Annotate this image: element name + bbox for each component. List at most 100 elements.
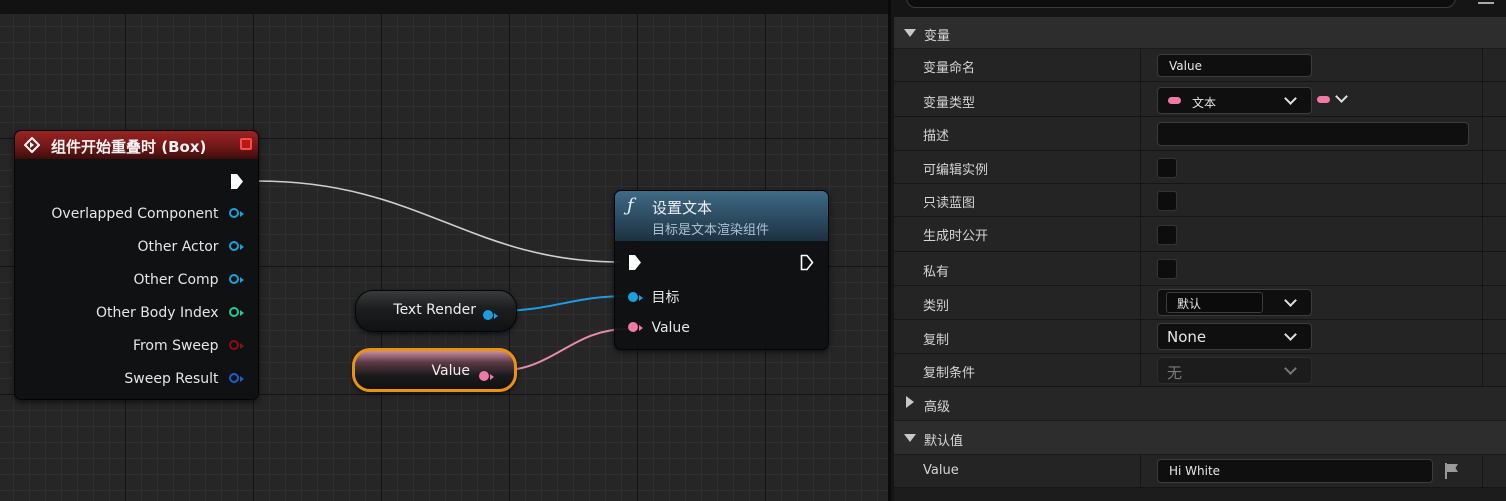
- chevron-down-icon: [1284, 362, 1297, 375]
- event-diamond-icon: [24, 137, 40, 153]
- pin-target[interactable]: 目标: [628, 287, 679, 307]
- section-label: 默认值: [924, 434, 964, 449]
- column-divider: [1140, 252, 1141, 285]
- chevron-down-icon: [1284, 328, 1297, 341]
- row-label: 复制: [923, 333, 950, 348]
- pin-label: Other Comp: [133, 272, 219, 288]
- section-default-value-header[interactable]: 默认值: [894, 421, 1506, 455]
- variable-type-dropdown[interactable]: 文本: [1157, 87, 1312, 114]
- pin-other-body-index[interactable]: Other Body Index: [96, 305, 244, 321]
- integer-pin-icon[interactable]: [229, 305, 244, 321]
- row-label: 类别: [923, 299, 950, 314]
- chevron-down-icon[interactable]: [1284, 294, 1297, 307]
- private-checkbox[interactable]: [1157, 259, 1177, 279]
- object-pin-icon[interactable]: [229, 206, 244, 222]
- column-divider: [1482, 82, 1483, 116]
- pin-other-actor[interactable]: Other Actor: [138, 239, 244, 255]
- details-search-input[interactable]: [906, 0, 1456, 8]
- function-icon: ƒ: [627, 195, 634, 216]
- exec-in-pin-icon[interactable]: [628, 254, 642, 271]
- expose-on-spawn-checkbox[interactable]: [1157, 225, 1177, 245]
- default-value-input[interactable]: Hi White: [1157, 459, 1433, 483]
- variable-node-value[interactable]: Value: [352, 348, 517, 392]
- row-label: Value: [923, 463, 959, 478]
- column-divider: [1140, 117, 1141, 150]
- container-type-dropdown[interactable]: [1317, 90, 1353, 108]
- field-value: 文本: [1192, 96, 1217, 110]
- column-divider: [1482, 49, 1483, 81]
- text-pin-icon[interactable]: [479, 366, 494, 385]
- exec-out-pin-icon[interactable]: [800, 254, 814, 271]
- row-label: 生成时公开: [923, 229, 989, 244]
- text-pin-icon[interactable]: [628, 320, 643, 336]
- exec-out-pin-icon[interactable]: [230, 173, 244, 190]
- section-label: 变量: [924, 29, 951, 44]
- variable-name-input[interactable]: Value: [1157, 54, 1312, 77]
- column-divider: [1140, 320, 1141, 353]
- event-node-header[interactable]: 组件开始重叠时 (Box): [15, 131, 258, 159]
- category-input[interactable]: 默认: [1166, 292, 1263, 313]
- pin-sweep-result[interactable]: Sweep Result: [124, 371, 244, 387]
- row-instance-editable: 可编辑实例: [894, 151, 1506, 184]
- column-divider: [1482, 320, 1483, 353]
- event-output-delegate-icon[interactable]: [240, 138, 252, 150]
- expanded-arrow-icon: [904, 434, 916, 442]
- function-node-set-text[interactable]: ƒ 设置文本 目标是文本渲染组件 目标 Value: [614, 190, 829, 350]
- event-node-title: 组件开始重叠时 (Box): [51, 138, 207, 156]
- instance-editable-checkbox[interactable]: [1157, 158, 1177, 178]
- pin-from-sweep[interactable]: From Sweep: [133, 338, 244, 354]
- row-description: 描述: [894, 117, 1506, 151]
- object-pin-icon[interactable]: [483, 305, 498, 324]
- struct-pin-icon[interactable]: [229, 371, 244, 387]
- event-node-begin-overlap[interactable]: 组件开始重叠时 (Box) Overlapped Component Other…: [14, 130, 259, 400]
- localization-flag-icon[interactable]: [1443, 462, 1461, 480]
- function-node-title: 设置文本: [652, 199, 713, 217]
- details-panel: 变量 变量命名 Value 变量类型 文本 描述 可编辑实例 只读蓝图 生成时公…: [888, 0, 1506, 501]
- section-advanced-header[interactable]: 高级: [894, 387, 1506, 421]
- replication-condition-dropdown[interactable]: 无: [1157, 357, 1312, 384]
- field-value: 默认: [1177, 297, 1202, 311]
- pin-value[interactable]: Value: [628, 320, 690, 336]
- row-label: 私有: [923, 265, 950, 280]
- row-variable-name: 变量命名 Value: [894, 49, 1506, 82]
- section-variables-header[interactable]: 变量: [894, 17, 1506, 49]
- row-private: 私有: [894, 252, 1506, 286]
- object-pin-icon[interactable]: [229, 272, 244, 288]
- exec-wire[interactable]: [257, 180, 621, 263]
- blueprint-readonly-checkbox[interactable]: [1157, 191, 1177, 211]
- variable-node-text-render[interactable]: Text Render: [355, 290, 517, 332]
- section-label: 高级: [924, 400, 951, 415]
- variable-node-label: Value: [431, 363, 470, 379]
- blueprint-graph[interactable]: 组件开始重叠时 (Box) Overlapped Component Other…: [0, 0, 888, 501]
- row-label: 只读蓝图: [923, 196, 976, 211]
- pin-other-comp[interactable]: Other Comp: [133, 272, 244, 288]
- object-pin-icon[interactable]: [229, 239, 244, 255]
- text-type-icon: [1168, 97, 1181, 104]
- column-divider: [1482, 151, 1483, 183]
- column-divider[interactable]: [1140, 49, 1141, 81]
- function-node-header[interactable]: ƒ 设置文本 目标是文本渲染组件: [615, 191, 828, 241]
- row-replication: 复制 None: [894, 320, 1506, 354]
- column-divider: [1482, 286, 1483, 319]
- row-variable-type: 变量类型 文本: [894, 82, 1506, 117]
- row-label: 变量命名: [923, 61, 976, 76]
- row-label: 描述: [923, 129, 950, 144]
- boolean-pin-icon[interactable]: [229, 338, 244, 354]
- row-expose-on-spawn: 生成时公开: [894, 217, 1506, 252]
- column-divider: [1482, 217, 1483, 251]
- pin-overlapped-component[interactable]: Overlapped Component: [51, 206, 244, 222]
- column-divider: [1482, 252, 1483, 285]
- pin-label: Overlapped Component: [51, 206, 219, 222]
- field-value: 无: [1167, 364, 1183, 382]
- description-input[interactable]: [1157, 122, 1469, 146]
- category-combo[interactable]: 默认: [1157, 289, 1312, 316]
- replication-dropdown[interactable]: None: [1157, 323, 1312, 350]
- function-node-subtitle: 目标是文本渲染组件: [652, 223, 770, 238]
- settings-menu-icon[interactable]: [1478, 0, 1494, 4]
- panel-bottom-filler: [894, 488, 1506, 501]
- field-value: None: [1167, 328, 1207, 346]
- field-value: Value: [1169, 59, 1202, 73]
- row-blueprint-readonly: 只读蓝图: [894, 184, 1506, 217]
- single-container-icon: [1317, 96, 1330, 103]
- object-pin-icon[interactable]: [628, 290, 643, 306]
